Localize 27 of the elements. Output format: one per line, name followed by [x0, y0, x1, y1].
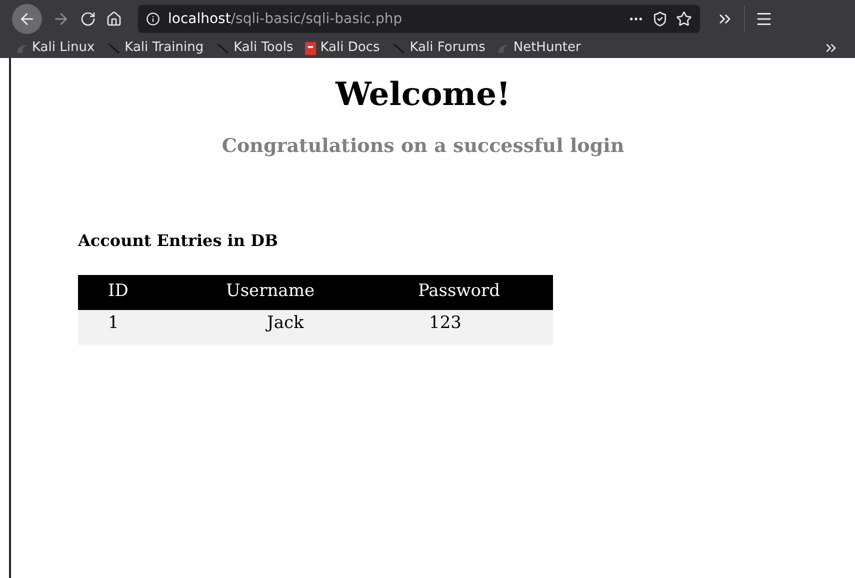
column-header: Password [417, 280, 502, 304]
knife-icon [392, 42, 406, 54]
menu-icon[interactable] [755, 10, 773, 28]
star-icon[interactable] [676, 11, 692, 27]
bookmark-item[interactable]: Kali Docs [305, 38, 380, 58]
bookmark-item[interactable]: Kali Training [106, 38, 204, 58]
reload-button[interactable] [80, 11, 96, 27]
table-cell-text: 123 [428, 312, 462, 334]
column-header: Username [225, 280, 316, 304]
page-subtitle: Congratulations on a successful login [220, 134, 626, 159]
bookmark-item[interactable]: Kali Linux [16, 38, 95, 58]
knife-icon [106, 42, 121, 54]
knife-icon [216, 42, 230, 54]
table-cell-text: Jack [264, 312, 305, 334]
back-button[interactable] [12, 4, 42, 34]
page-title: Welcome! [334, 74, 512, 115]
section-title: Account Entries in DB [78, 230, 279, 252]
forward-button[interactable] [52, 10, 70, 28]
bookmark-item[interactable]: Kali Tools [216, 38, 294, 58]
bookmark-item[interactable]: NetHunter [497, 38, 581, 58]
document-icon [305, 42, 316, 54]
bookmark-item[interactable]: Kali Forums [392, 38, 486, 58]
home-button[interactable] [106, 11, 122, 27]
column-header: ID [107, 280, 130, 304]
table-cell-text: 1 [107, 312, 120, 334]
info-icon [146, 12, 160, 26]
address-bar[interactable]: localhost/sqli-basic/sqli-basic.php [138, 5, 700, 33]
